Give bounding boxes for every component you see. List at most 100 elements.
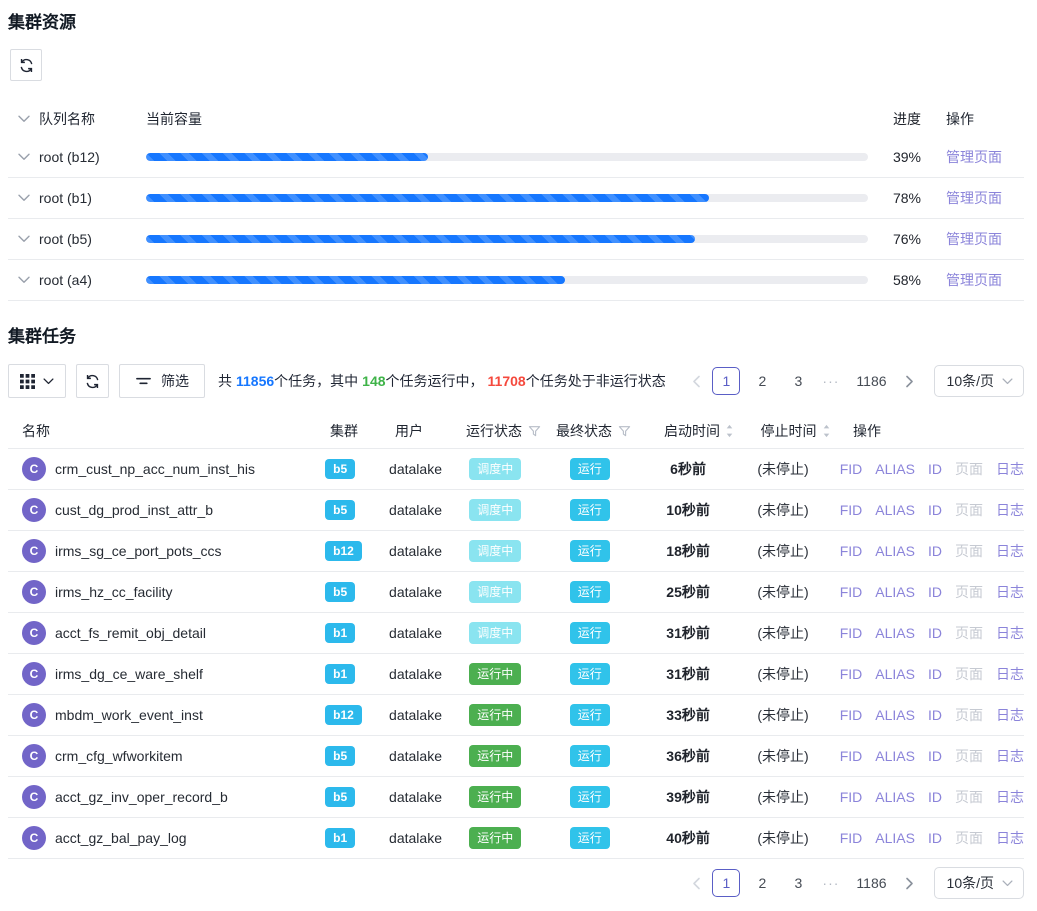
collapse-all-icon[interactable] bbox=[18, 115, 30, 123]
pagination-page-1186[interactable]: 1186 bbox=[849, 869, 893, 897]
pagination-page-3[interactable]: 3 bbox=[784, 869, 812, 897]
alias-link[interactable]: ALIAS bbox=[875, 748, 915, 764]
fid-link[interactable]: FID bbox=[840, 584, 863, 600]
resources-refresh-button[interactable] bbox=[10, 49, 42, 81]
id-link[interactable]: ID bbox=[928, 707, 942, 723]
log-link[interactable]: 日志 bbox=[996, 623, 1024, 643]
resource-row: root (b1) 78% 管理页面 bbox=[8, 178, 1024, 219]
column-progress: 进度 bbox=[876, 109, 938, 129]
alias-link[interactable]: ALIAS bbox=[875, 830, 915, 846]
queue-name: root (b1) bbox=[39, 190, 92, 206]
pagination-ellipsis[interactable]: ··· bbox=[822, 875, 839, 891]
start-time-sorter-icon[interactable] bbox=[725, 424, 734, 438]
id-link[interactable]: ID bbox=[928, 748, 942, 764]
id-link[interactable]: ID bbox=[928, 830, 942, 846]
run-status-badge: 运行中 bbox=[469, 745, 521, 767]
alias-link[interactable]: ALIAS bbox=[875, 584, 915, 600]
cluster-badge: b1 bbox=[325, 828, 355, 848]
expand-queue-icon[interactable] bbox=[18, 235, 30, 243]
id-link[interactable]: ID bbox=[928, 461, 942, 477]
fid-link[interactable]: FID bbox=[840, 461, 863, 477]
manage-page-link[interactable]: 管理页面 bbox=[946, 190, 1002, 206]
pagination-prev-button[interactable] bbox=[684, 869, 708, 897]
fid-link[interactable]: FID bbox=[840, 502, 863, 518]
pagination-next-button[interactable] bbox=[898, 367, 922, 395]
task-name: cust_dg_prod_inst_attr_b bbox=[55, 502, 213, 518]
task-row: C acct_fs_remit_obj_detail b1 datalake 调… bbox=[8, 613, 1024, 654]
cluster-badge: b5 bbox=[325, 746, 355, 766]
alias-link[interactable]: ALIAS bbox=[875, 707, 915, 723]
pagination-page-2[interactable]: 2 bbox=[748, 367, 776, 395]
fid-link[interactable]: FID bbox=[840, 625, 863, 641]
manage-page-link[interactable]: 管理页面 bbox=[946, 272, 1002, 288]
fid-link[interactable]: FID bbox=[840, 830, 863, 846]
task-start-time: 31秒前 bbox=[666, 664, 710, 684]
id-link[interactable]: ID bbox=[928, 502, 942, 518]
task-start-time: 10秒前 bbox=[666, 500, 710, 520]
expand-queue-icon[interactable] bbox=[18, 194, 30, 202]
pagination-page-3[interactable]: 3 bbox=[784, 367, 812, 395]
chevron-down-icon bbox=[1002, 880, 1013, 887]
chevron-down-icon bbox=[43, 378, 54, 385]
pagination-page-1[interactable]: 1 bbox=[712, 869, 740, 897]
log-link[interactable]: 日志 bbox=[996, 459, 1024, 479]
alias-link[interactable]: ALIAS bbox=[875, 543, 915, 559]
id-link[interactable]: ID bbox=[928, 625, 942, 641]
alias-link[interactable]: ALIAS bbox=[875, 666, 915, 682]
page-link: 页面 bbox=[955, 541, 983, 561]
log-link[interactable]: 日志 bbox=[996, 746, 1024, 766]
fid-link[interactable]: FID bbox=[840, 707, 863, 723]
final-status-badge: 运行 bbox=[570, 581, 610, 603]
task-user: datalake bbox=[389, 666, 451, 682]
manage-page-link[interactable]: 管理页面 bbox=[946, 149, 1002, 165]
tasks-refresh-button[interactable] bbox=[76, 364, 109, 398]
manage-page-link[interactable]: 管理页面 bbox=[946, 231, 1002, 247]
pagination-page-1[interactable]: 1 bbox=[712, 367, 740, 395]
filter-button[interactable]: 筛选 bbox=[119, 364, 205, 398]
page-size-select[interactable]: 10条/页 bbox=[934, 867, 1024, 899]
log-link[interactable]: 日志 bbox=[996, 787, 1024, 807]
pagination-page-2[interactable]: 2 bbox=[748, 869, 776, 897]
fid-link[interactable]: FID bbox=[840, 666, 863, 682]
page-size-select[interactable]: 10条/页 bbox=[934, 365, 1024, 397]
log-link[interactable]: 日志 bbox=[996, 828, 1024, 848]
id-link[interactable]: ID bbox=[928, 543, 942, 559]
pagination-page-1186[interactable]: 1186 bbox=[849, 367, 893, 395]
stop-time-sorter-icon[interactable] bbox=[822, 424, 831, 438]
final-status-badge: 运行 bbox=[570, 499, 610, 521]
resource-row: root (b12) 39% 管理页面 bbox=[8, 137, 1024, 178]
fid-link[interactable]: FID bbox=[840, 748, 863, 764]
progress-percent: 58% bbox=[876, 272, 938, 288]
alias-link[interactable]: ALIAS bbox=[875, 502, 915, 518]
pagination-next-button[interactable] bbox=[898, 869, 922, 897]
fid-link[interactable]: FID bbox=[840, 789, 863, 805]
task-user: datalake bbox=[389, 543, 451, 559]
task-start-time: 36秒前 bbox=[666, 746, 710, 766]
task-row: C cust_dg_prod_inst_attr_b b5 datalake 调… bbox=[8, 490, 1024, 531]
id-link[interactable]: ID bbox=[928, 584, 942, 600]
resources-table-header: 队列名称 当前容量 进度 操作 bbox=[8, 101, 1024, 137]
id-link[interactable]: ID bbox=[928, 789, 942, 805]
column-settings-button[interactable] bbox=[8, 364, 66, 398]
log-link[interactable]: 日志 bbox=[996, 500, 1024, 520]
alias-link[interactable]: ALIAS bbox=[875, 625, 915, 641]
log-link[interactable]: 日志 bbox=[996, 541, 1024, 561]
task-user: datalake bbox=[389, 789, 451, 805]
expand-queue-icon[interactable] bbox=[18, 153, 30, 161]
resources-table: 队列名称 当前容量 进度 操作 root (b12) 39% 管理页面 root… bbox=[8, 101, 1024, 301]
log-link[interactable]: 日志 bbox=[996, 582, 1024, 602]
final-status-filter-icon[interactable] bbox=[618, 425, 631, 438]
capacity-progressbar bbox=[146, 235, 868, 243]
refresh-icon bbox=[18, 57, 35, 74]
fid-link[interactable]: FID bbox=[840, 543, 863, 559]
pagination-prev-button[interactable] bbox=[684, 367, 708, 395]
run-status-filter-icon[interactable] bbox=[528, 425, 541, 438]
log-link[interactable]: 日志 bbox=[996, 705, 1024, 725]
id-link[interactable]: ID bbox=[928, 666, 942, 682]
log-link[interactable]: 日志 bbox=[996, 664, 1024, 684]
alias-link[interactable]: ALIAS bbox=[875, 789, 915, 805]
alias-link[interactable]: ALIAS bbox=[875, 461, 915, 477]
task-user: datalake bbox=[389, 584, 451, 600]
pagination-ellipsis[interactable]: ··· bbox=[822, 373, 839, 389]
expand-queue-icon[interactable] bbox=[18, 276, 30, 284]
